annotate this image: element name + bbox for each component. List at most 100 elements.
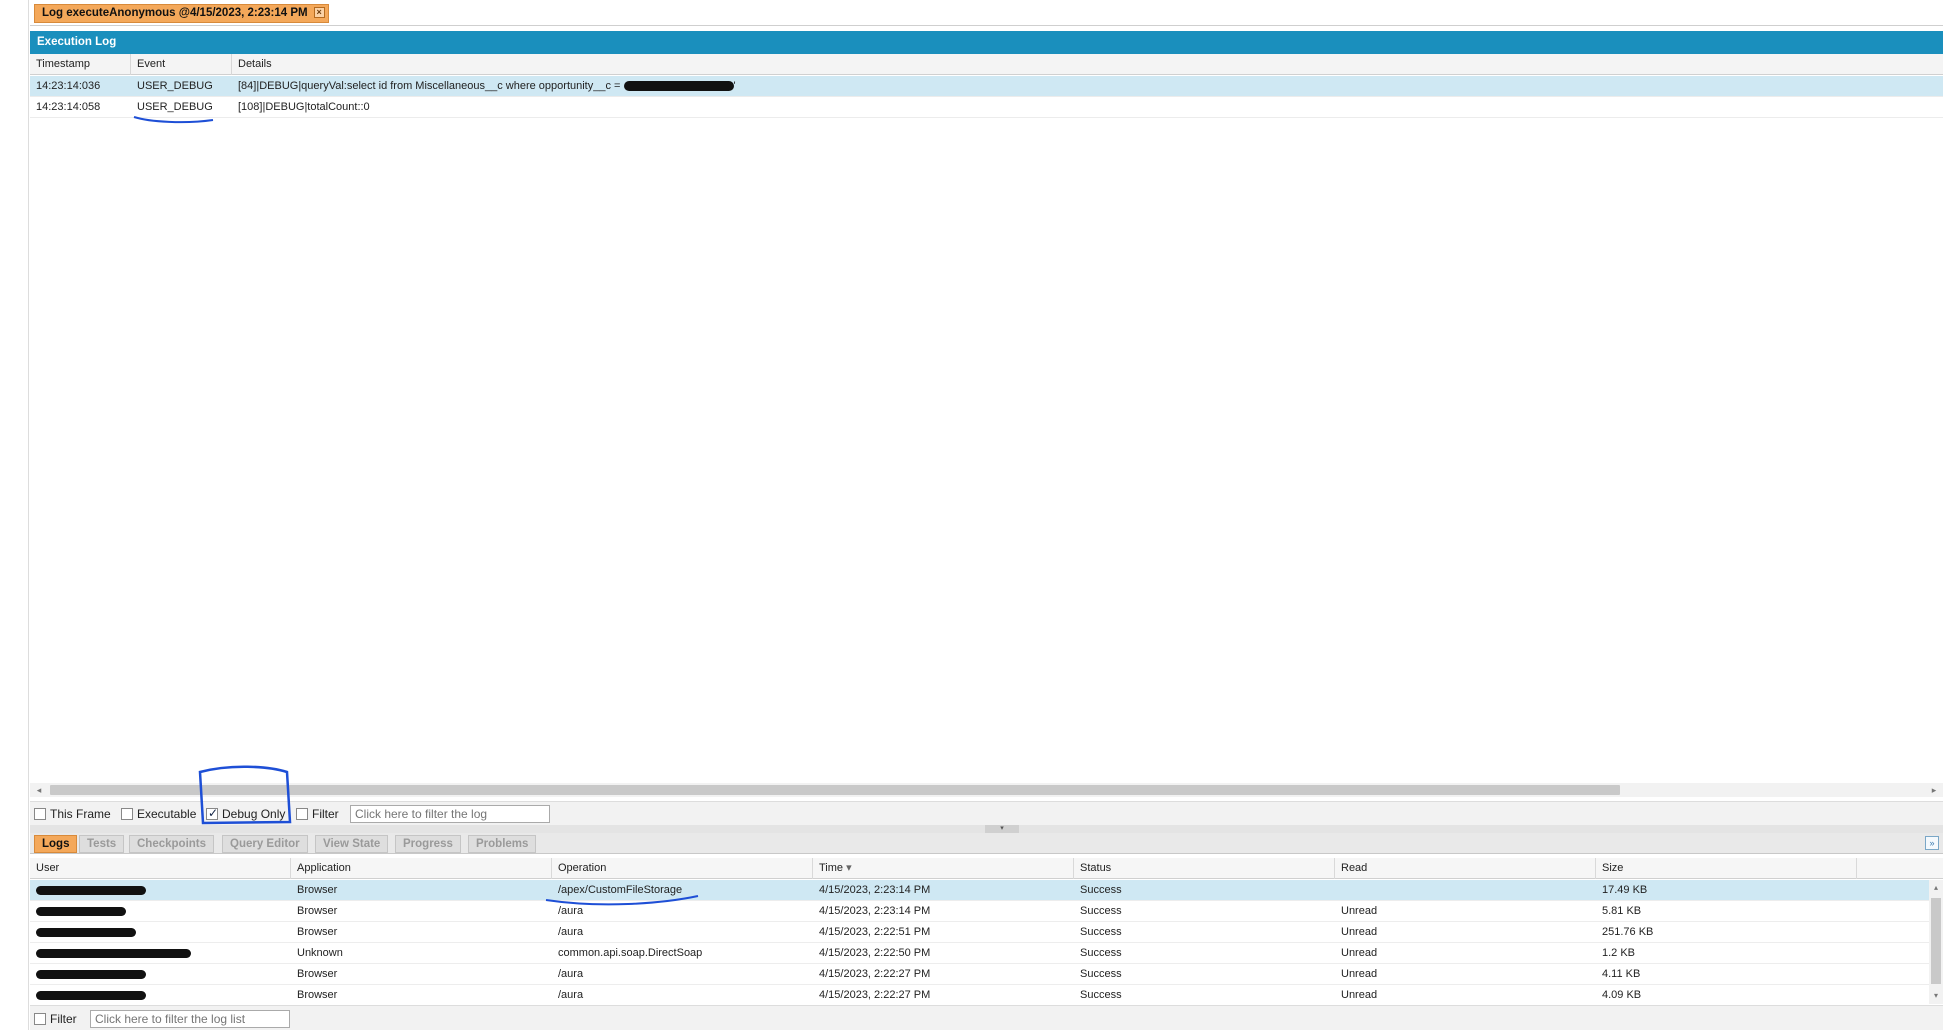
logs-filter-input[interactable] — [90, 1010, 290, 1028]
size-cell: 4.09 KB — [1602, 989, 1642, 1001]
log-tab-title: Log executeAnonymous @4/15/2023, 2:23:14… — [42, 7, 308, 19]
redaction-mark — [36, 906, 126, 916]
user-cell — [30, 985, 291, 1006]
operation-cell: /aura — [558, 989, 584, 1001]
status-cell: Success — [1080, 989, 1122, 1001]
execution-log-row[interactable]: 14:23:14:036 USER_DEBUG [84]|DEBUG|query… — [30, 76, 1943, 97]
row-details: [108]|DEBUG|totalCount::0 — [238, 101, 370, 113]
redaction-mark — [36, 927, 136, 937]
time-cell: 4/15/2023, 2:22:27 PM — [819, 989, 931, 1001]
tab-view-state[interactable]: View State — [315, 835, 389, 853]
filter-label: Filter — [312, 807, 339, 821]
read-cell: Unread — [1341, 968, 1378, 980]
tab-logs[interactable]: Logs — [34, 835, 78, 853]
scroll-thumb[interactable] — [1931, 898, 1941, 984]
scroll-thumb[interactable] — [50, 785, 1620, 795]
left-gutter — [0, 0, 29, 1030]
sort-desc-icon: ▾ — [846, 862, 852, 874]
column-user[interactable]: User — [30, 858, 291, 879]
row-timestamp: 14:23:14:036 — [36, 80, 101, 92]
column-details[interactable]: Details — [232, 54, 1943, 75]
time-cell: 4/15/2023, 2:22:51 PM — [819, 926, 931, 938]
log-list-row[interactable]: Browser/apex/CustomFileStorage 4/15/2023,… — [30, 880, 1943, 901]
read-cell: Unread — [1341, 926, 1378, 938]
checkbox-icon[interactable] — [296, 808, 308, 820]
column-application[interactable]: Application — [291, 858, 552, 879]
log-tab-strip: Log executeAnonymous @4/15/2023, 2:23:14… — [30, 0, 1943, 26]
tab-progress[interactable]: Progress — [395, 835, 461, 853]
scroll-right-icon[interactable]: ▸ — [1927, 783, 1941, 797]
tab-query-editor[interactable]: Query Editor — [222, 835, 308, 853]
log-filter-input[interactable] — [350, 805, 550, 823]
size-cell: 5.81 KB — [1602, 905, 1642, 917]
close-icon[interactable]: × — [313, 7, 325, 18]
operation-cell: /aura — [558, 905, 584, 917]
checkbox-icon[interactable] — [34, 1013, 46, 1025]
operation-cell: /aura — [558, 968, 584, 980]
column-timestamp[interactable]: Timestamp — [30, 54, 131, 75]
column-status[interactable]: Status — [1074, 858, 1335, 879]
checkbox-icon[interactable] — [34, 808, 46, 820]
debug-only-checkbox[interactable]: Debug Only — [206, 806, 286, 821]
column-time[interactable]: Time ▾ — [813, 858, 1074, 879]
operation-cell: /apex/CustomFileStorage — [558, 884, 683, 896]
tab-problems[interactable]: Problems — [468, 835, 537, 853]
tab-checkpoints[interactable]: Checkpoints — [129, 835, 215, 853]
scroll-up-icon[interactable]: ▴ — [1929, 882, 1943, 894]
size-cell: 17.49 KB — [1602, 884, 1648, 896]
checkbox-checked-icon[interactable] — [206, 806, 218, 820]
collapse-panel-icon[interactable]: » — [1925, 836, 1939, 850]
panel-splitter[interactable]: ▾ — [30, 825, 1943, 833]
read-cell: Unread — [1341, 989, 1378, 1001]
column-operation[interactable]: Operation — [552, 858, 813, 879]
status-cell: Success — [1080, 905, 1122, 917]
execution-log-filter-bar: This Frame Executable Debug Only Filter — [30, 801, 1943, 825]
user-cell — [30, 880, 291, 901]
execution-log-header: Timestamp Event Details — [30, 54, 1943, 75]
debug-only-label: Debug Only — [222, 807, 286, 821]
time-cell: 4/15/2023, 2:23:14 PM — [819, 884, 931, 896]
log-list-row[interactable]: Browser/aura 4/15/2023, 2:22:27 PM Success… — [30, 985, 1943, 1006]
executable-checkbox[interactable]: Executable — [121, 807, 196, 821]
scroll-left-icon[interactable]: ◂ — [32, 783, 46, 797]
logs-filter-checkbox[interactable]: Filter — [34, 1012, 77, 1026]
redaction-mark — [36, 948, 191, 958]
row-details-text: [84]|DEBUG|queryVal:select id from Misce… — [238, 80, 624, 92]
logs-filter-bar: Filter — [30, 1005, 1943, 1030]
size-cell: 1.2 KB — [1602, 947, 1636, 959]
this-frame-label: This Frame — [50, 807, 111, 821]
tab-tests[interactable]: Tests — [79, 835, 125, 853]
logs-vscrollbar[interactable]: ▴ ▾ — [1929, 880, 1943, 1004]
execution-log-hscrollbar[interactable]: ◂ ▸ — [30, 783, 1943, 797]
log-list-row[interactable]: Browser/aura 4/15/2023, 2:23:14 PM Success… — [30, 901, 1943, 922]
column-read[interactable]: Read — [1335, 858, 1596, 879]
user-cell — [30, 943, 291, 964]
column-event[interactable]: Event — [131, 54, 232, 75]
scroll-down-icon[interactable]: ▾ — [1929, 990, 1943, 1002]
log-list-row[interactable]: Browser/aura 4/15/2023, 2:22:51 PM Success… — [30, 922, 1943, 943]
time-cell: 4/15/2023, 2:22:27 PM — [819, 968, 931, 980]
redaction-mark — [36, 969, 146, 979]
filter-checkbox[interactable]: Filter — [296, 807, 339, 821]
log-list-row[interactable]: Browser/aura 4/15/2023, 2:22:27 PM Success… — [30, 964, 1943, 985]
row-event: USER_DEBUG — [137, 80, 213, 92]
collapse-down-icon[interactable]: ▾ — [985, 825, 1019, 833]
size-cell: 4.11 KB — [1602, 968, 1641, 980]
executable-label: Executable — [137, 807, 197, 821]
time-cell: 4/15/2023, 2:23:14 PM — [819, 905, 931, 917]
status-cell: Success — [1080, 968, 1122, 980]
bottom-tab-bar: Logs Tests Checkpoints Query Editor View… — [30, 833, 1943, 854]
log-list-row[interactable]: Unknown common.api.soap.DirectSoap 4/15/20… — [30, 943, 1943, 964]
this-frame-checkbox[interactable]: This Frame — [34, 807, 111, 821]
logs-filter-label: Filter — [50, 1012, 77, 1026]
column-size[interactable]: Size — [1596, 858, 1857, 879]
checkbox-icon[interactable] — [121, 808, 133, 820]
redaction-mark — [36, 885, 146, 895]
read-cell: Unread — [1341, 905, 1378, 917]
time-cell: 4/15/2023, 2:22:50 PM — [819, 947, 931, 959]
read-cell: Unread — [1341, 947, 1378, 959]
log-tab[interactable]: Log executeAnonymous @4/15/2023, 2:23:14… — [34, 4, 329, 23]
execution-log-title: Execution Log — [30, 31, 1943, 54]
execution-log-row[interactable]: 14:23:14:058 USER_DEBUG [108]|DEBUG|tota… — [30, 97, 1943, 118]
size-cell: 251.76 KB — [1602, 926, 1654, 938]
